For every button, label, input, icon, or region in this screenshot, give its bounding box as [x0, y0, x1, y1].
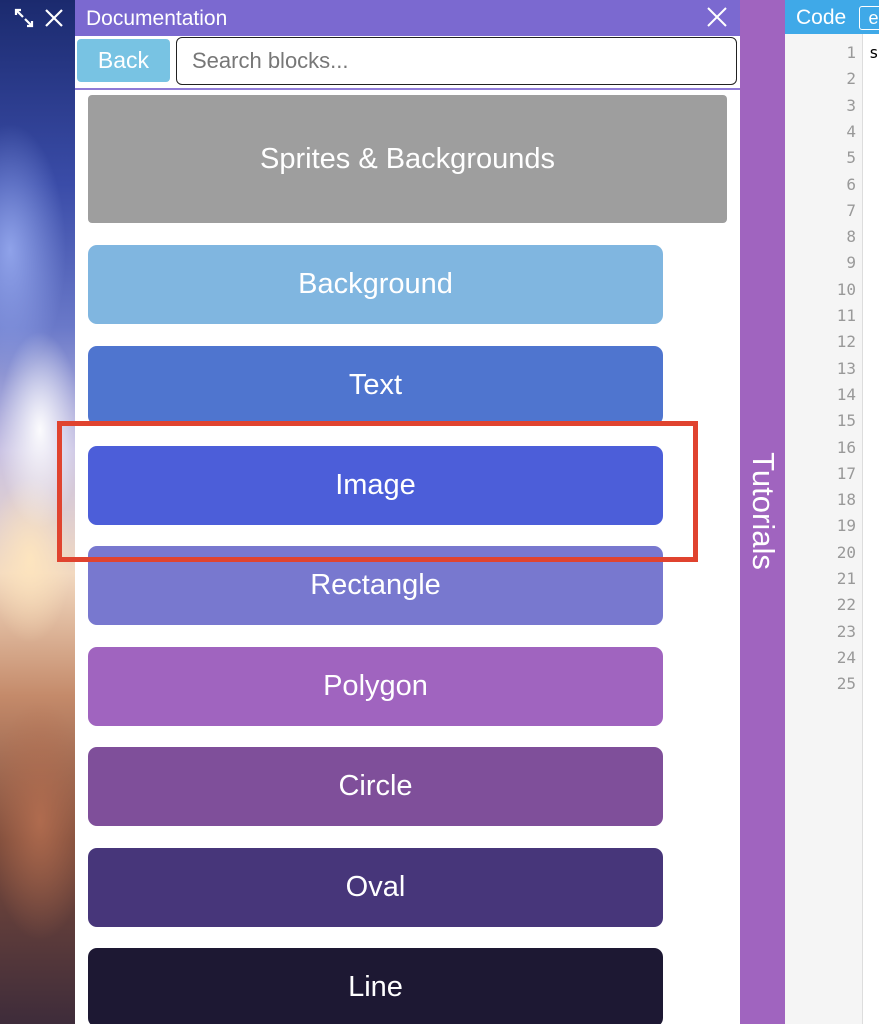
line-number: 3 — [846, 95, 856, 115]
block-background[interactable]: Background — [88, 245, 663, 324]
preview-canvas — [0, 0, 75, 1024]
block-oval[interactable]: Oval — [88, 848, 663, 927]
line-number: 2 — [846, 69, 856, 89]
line-number: 12 — [836, 332, 856, 352]
code-header: Code e — [785, 0, 879, 34]
code-title: Code — [796, 6, 847, 29]
line-number-gutter: 1 2 3 4 5 6 7 8 9 10 11 12 13 14 15 16 17 18 19 20 21 22 23 24 2… — [785, 34, 863, 1024]
documentation-title: Documentation — [86, 7, 228, 30]
line-number: 1 — [846, 43, 856, 62]
block-polygon[interactable]: Polygon — [88, 647, 663, 726]
line-number: 23 — [836, 621, 856, 641]
line-number: 24 — [836, 647, 856, 667]
line-number: 22 — [836, 595, 856, 615]
line-number: 11 — [836, 306, 856, 325]
documentation-panel: Documentation Back Sprites & Backgrounds… — [75, 0, 740, 1024]
line-number: 13 — [836, 358, 856, 378]
line-number: 8 — [846, 227, 856, 247]
line-number: 16 — [836, 437, 856, 457]
line-number: 15 — [836, 411, 856, 431]
category-sprites-backgrounds[interactable]: Sprites & Backgrounds — [88, 95, 727, 223]
line-number: 14 — [836, 384, 856, 404]
line-number: 19 — [836, 516, 856, 536]
close-icon[interactable] — [704, 4, 730, 30]
tutorials-tab[interactable]: Tutorials — [740, 0, 785, 1024]
block-text[interactable]: Text — [88, 346, 663, 425]
line-number: 9 — [846, 253, 856, 273]
expand-icon[interactable] — [13, 7, 35, 29]
line-number: 18 — [836, 490, 856, 510]
documentation-toolbar: Back — [75, 36, 740, 90]
line-number: 10 — [836, 279, 856, 299]
back-button[interactable]: Back — [77, 39, 170, 82]
line-number: 6 — [846, 174, 856, 194]
block-line[interactable]: Line — [88, 948, 663, 1024]
preview-toolbar — [0, 0, 75, 36]
line-number: 25 — [836, 674, 856, 694]
code-panel: Code e 1 2 3 4 5 6 7 8 9 10 11 12 13 14 15 16 17 18 19 20 21… — [785, 0, 879, 1024]
close-icon[interactable] — [43, 7, 65, 29]
block-circle[interactable]: Circle — [88, 747, 663, 826]
line-number: 17 — [836, 463, 856, 483]
line-number: 4 — [846, 121, 856, 141]
tutorials-label: Tutorials — [745, 452, 781, 570]
code-line[interactable]: s — [869, 43, 879, 63]
line-number: 20 — [836, 542, 856, 562]
line-number: 7 — [846, 200, 856, 220]
block-rectangle[interactable]: Rectangle — [88, 546, 663, 625]
block-image[interactable]: Image — [88, 446, 663, 525]
code-edit-button[interactable]: e — [859, 6, 879, 30]
documentation-header: Documentation — [75, 0, 740, 36]
line-number: 5 — [846, 148, 856, 168]
line-number: 21 — [836, 569, 856, 588]
search-input[interactable] — [176, 37, 737, 85]
